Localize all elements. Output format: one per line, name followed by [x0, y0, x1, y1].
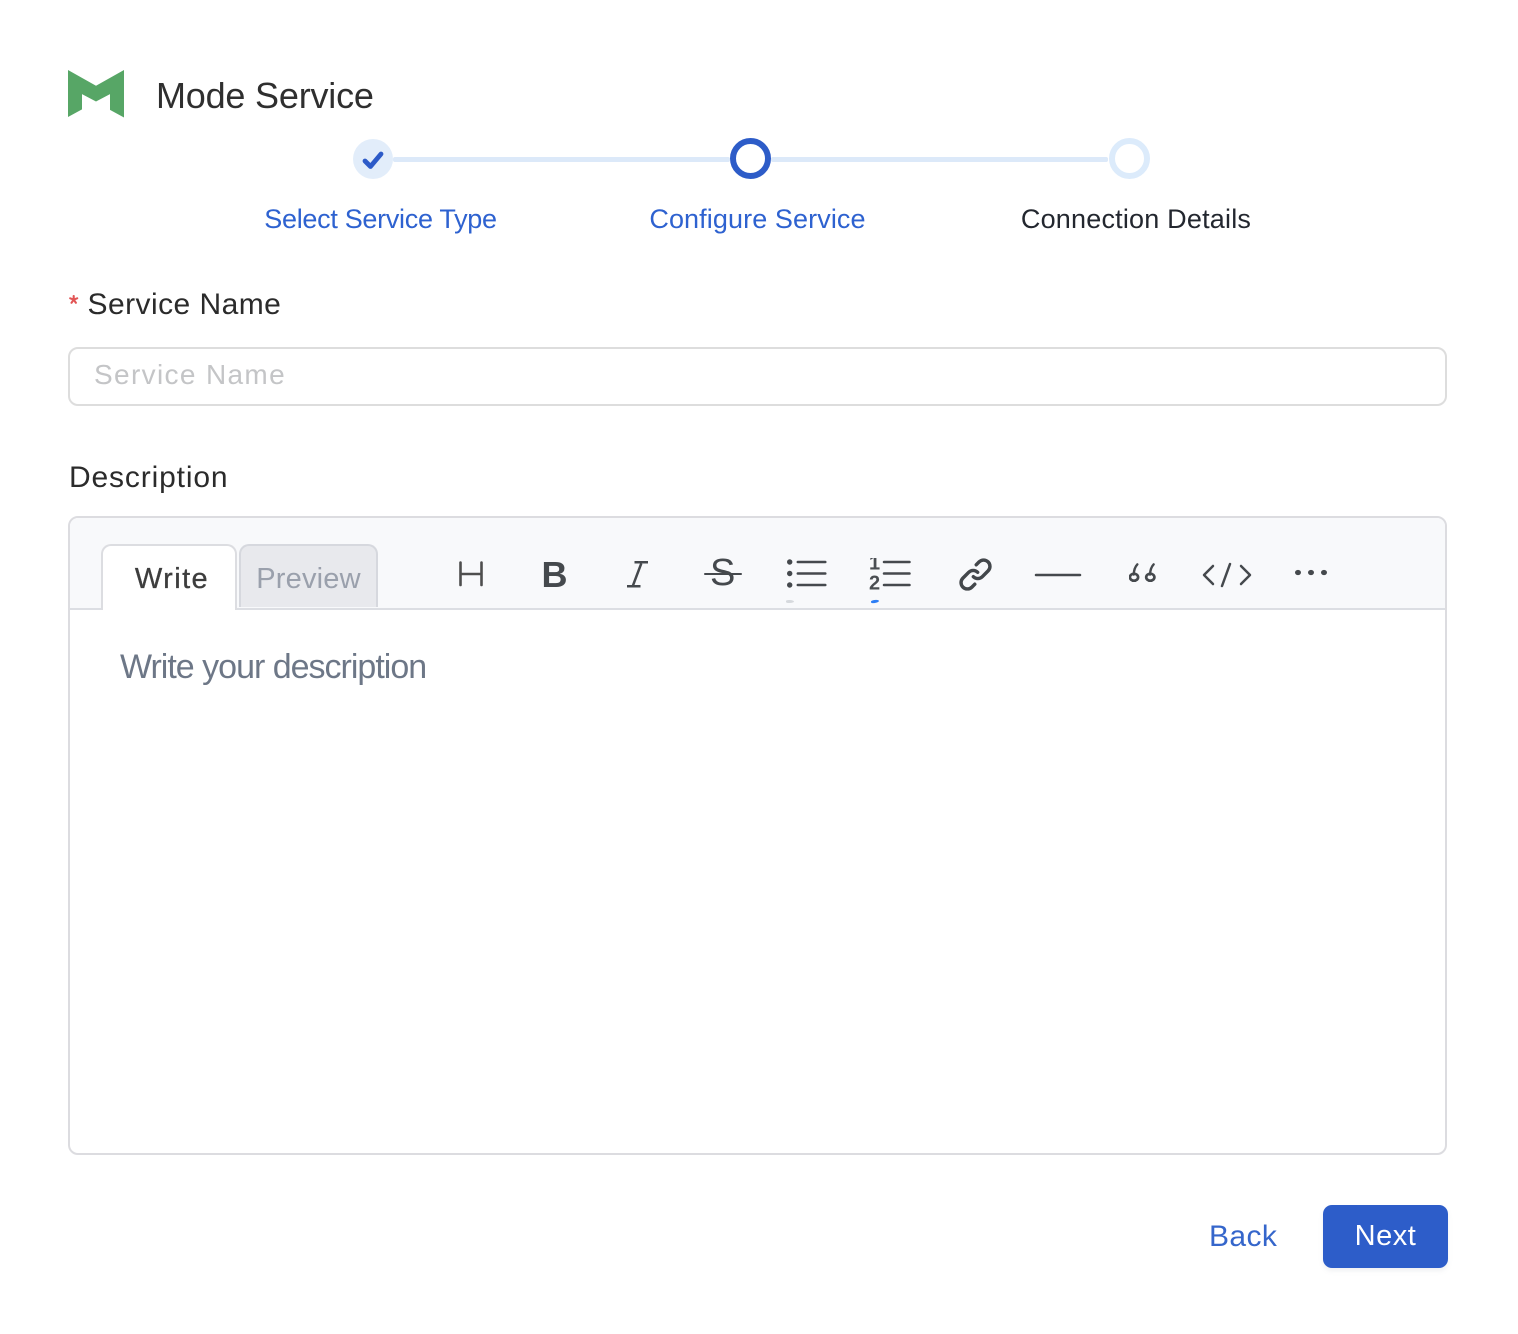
- svg-text:2: 2: [869, 573, 880, 592]
